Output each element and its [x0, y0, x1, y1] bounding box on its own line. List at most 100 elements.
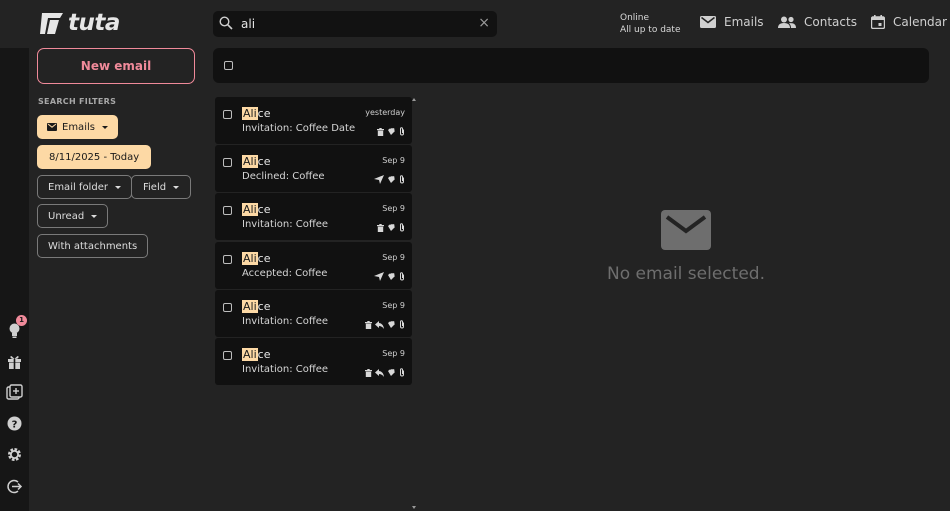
mail-date: Sep 9 [382, 156, 405, 166]
mail-sender: Alice [242, 347, 271, 361]
filter-emails-label: Emails [62, 121, 95, 133]
empty-viewer: No email selected. [600, 210, 772, 284]
mail-date: Sep 9 [382, 252, 405, 262]
logo-text: tuta [68, 10, 120, 36]
filter-date-label: 8/11/2025 - Today [49, 151, 140, 163]
filter-field-label: Field [143, 181, 167, 193]
add-window-icon[interactable] [6, 384, 23, 401]
mail-sender: Alice [242, 203, 270, 217]
search-icon[interactable] [219, 16, 233, 30]
scroll-down-icon[interactable] [412, 506, 416, 509]
new-email-button[interactable]: New email [37, 48, 195, 84]
mail-status-icons [377, 121, 405, 140]
nav-emails[interactable]: Emails [700, 15, 764, 29]
search-bar[interactable]: × [213, 11, 497, 37]
reply-icon [375, 362, 384, 381]
mail-icon [47, 123, 57, 131]
settings-icon[interactable] [6, 446, 23, 463]
chevron-down-icon [91, 214, 98, 218]
help-icon[interactable]: ? [6, 415, 23, 432]
mail-checkbox[interactable] [223, 206, 232, 216]
calendar-lock-icon [387, 169, 396, 188]
mail-checkbox[interactable] [223, 302, 232, 312]
calendar-icon [871, 15, 885, 29]
calendar-lock-icon [387, 362, 396, 381]
attachment-icon [399, 314, 405, 333]
nav-calendar[interactable]: Calendar [871, 15, 947, 29]
mail-row[interactable]: Alice Invitation: Coffee Sep 9 [215, 193, 412, 241]
tuta-logo[interactable]: tuta [38, 10, 120, 36]
trash-icon [377, 217, 384, 236]
filter-attachments-chip[interactable]: With attachments [37, 234, 149, 258]
attachment-icon [399, 121, 405, 140]
status-sync: All up to date [620, 25, 681, 35]
search-highlight: Ali [242, 203, 258, 217]
mail-checkbox[interactable] [223, 350, 232, 360]
mail-checkbox[interactable] [223, 158, 232, 168]
mail-sender: Alice [242, 299, 271, 313]
filter-date-chip[interactable]: 8/11/2025 - Today [37, 145, 152, 169]
reply-icon [375, 314, 384, 333]
search-highlight: Ali [242, 155, 258, 169]
filter-emails-chip[interactable]: Emails [37, 115, 118, 139]
mail-row[interactable]: Alice Invitation: Coffee Sep 9 [215, 337, 412, 385]
search-highlight: Ali [242, 299, 258, 313]
gift-icon[interactable] [6, 353, 23, 370]
filter-field-chip[interactable]: Field [131, 175, 192, 199]
mail-row[interactable]: Alice Accepted: Coffee Sep 9 [215, 241, 412, 289]
filter-unread-chip[interactable]: Unread [37, 204, 109, 228]
nav-contacts[interactable]: Contacts [778, 15, 857, 29]
mail-subject: Invitation: Coffee Date [242, 123, 356, 134]
mail-checkbox[interactable] [223, 110, 232, 119]
mail-row[interactable]: Alice Declined: Coffee Sep 9 [215, 145, 412, 193]
sent-icon [374, 169, 384, 188]
nav-calendar-label: Calendar [893, 15, 947, 29]
sync-status: Online All up to date [620, 12, 681, 36]
mail-date: Sep 9 [382, 300, 405, 310]
logout-icon[interactable] [6, 478, 23, 495]
mail-date: yesterday [365, 108, 405, 117]
search-filters-title: SEARCH FILTERS [38, 97, 117, 106]
trash-icon [377, 121, 384, 140]
chevron-down-icon [173, 185, 180, 189]
sender-rest: ce [257, 299, 271, 313]
mail-subject: Invitation: Coffee [242, 363, 329, 375]
scroll-up-icon[interactable] [412, 98, 416, 101]
mail-status-icons [365, 314, 405, 333]
nav-emails-label: Emails [724, 15, 764, 29]
sender-rest: ce [257, 347, 271, 361]
mail-checkbox[interactable] [223, 254, 232, 264]
mail-list: Alice Invitation: Coffee Date yesterday Ali… [215, 97, 412, 386]
sender-rest: ce [257, 107, 271, 120]
sent-icon [374, 266, 384, 285]
svg-text:?: ? [12, 420, 18, 431]
filter-email-folder-chip[interactable]: Email folder [37, 175, 132, 199]
attachment-icon [399, 266, 405, 285]
mail-row[interactable]: Alice Invitation: Coffee Date yesterday [215, 97, 412, 144]
filter-email-folder-label: Email folder [48, 181, 108, 193]
contacts-icon [778, 16, 796, 28]
mail-status-icons [374, 169, 405, 188]
clear-search-icon[interactable]: × [478, 14, 490, 32]
mail-status-icons [374, 266, 405, 285]
sender-rest: ce [257, 155, 271, 169]
mail-subject: Invitation: Coffee [242, 219, 329, 231]
mail-date: Sep 9 [382, 348, 405, 358]
calendar-lock-icon [387, 314, 396, 333]
trash-icon [365, 314, 372, 333]
mail-row[interactable]: Alice Invitation: Coffee Sep 9 [215, 289, 412, 337]
mail-status-icons [377, 217, 405, 236]
header: tuta × Online All up to date Emails Cont… [0, 0, 950, 48]
search-input[interactable] [241, 15, 461, 33]
mail-sender: Alice [242, 155, 271, 169]
tuta-logo-icon [40, 13, 63, 34]
calendar-lock-icon [387, 217, 396, 236]
search-highlight: Ali [242, 347, 258, 361]
chevron-down-icon [101, 125, 108, 129]
notification-badge: 1 [16, 315, 27, 326]
select-all-checkbox[interactable] [224, 61, 233, 70]
mail-status-icons [365, 362, 405, 381]
envelope-icon [661, 210, 711, 250]
mail-icon [700, 16, 716, 28]
attachment-icon [399, 362, 405, 381]
